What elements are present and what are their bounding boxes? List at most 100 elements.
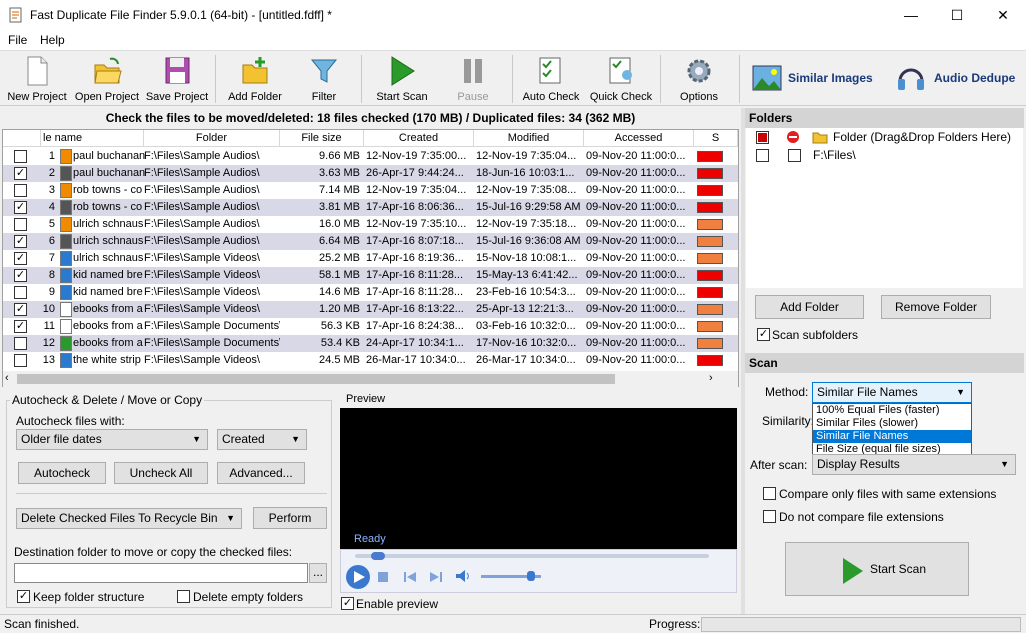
row-checkbox[interactable] xyxy=(14,184,27,197)
audio-dedupe-button[interactable]: Audio Dedupe xyxy=(894,63,1022,93)
row-checkbox[interactable] xyxy=(14,354,27,367)
folder-include-checkbox[interactable] xyxy=(756,149,769,162)
seek-thumb[interactable] xyxy=(371,552,385,560)
table-row[interactable]: 1 paul buchanan F:\Files\Sample Audios\ 9.6… xyxy=(3,148,738,165)
next-icon[interactable] xyxy=(429,571,443,583)
scroll-right-icon[interactable]: › xyxy=(709,372,713,384)
advanced-button[interactable]: Advanced... xyxy=(217,462,305,484)
menu-file[interactable]: File xyxy=(8,33,27,47)
method-option[interactable]: 100% Equal Files (faster) xyxy=(813,404,971,417)
auto-check-button[interactable]: Auto Check xyxy=(520,53,582,105)
table-row[interactable]: ✓ 2 paul buchanan F:\Files\Sample Audios\ 3.… xyxy=(3,165,738,182)
row-checkbox[interactable] xyxy=(14,337,27,350)
horizontal-scrollbar[interactable]: ‹ › xyxy=(3,371,738,387)
table-row[interactable]: ✓ 6 ulrich schnaus F:\Files\Sample Audios\ 6… xyxy=(3,233,738,250)
row-checkbox[interactable]: ✓ xyxy=(14,201,27,214)
autocheck-date-select[interactable]: Created ▼ xyxy=(217,429,307,450)
same-extensions-checkbox[interactable] xyxy=(763,487,776,500)
stop-icon[interactable] xyxy=(377,571,389,583)
method-option[interactable]: Similar Files (slower) xyxy=(813,417,971,430)
start-scan-button[interactable]: Start Scan xyxy=(785,542,969,596)
enable-preview-checkbox[interactable]: ✓ xyxy=(341,597,354,610)
similar-images-button[interactable]: Similar Images xyxy=(750,63,880,93)
quick-check-label: Quick Check xyxy=(589,91,653,103)
row-checkbox[interactable]: ✓ xyxy=(14,167,27,180)
add-folder-panel-button[interactable]: Add Folder xyxy=(755,295,864,319)
filter-button[interactable]: Filter xyxy=(298,53,350,105)
no-extensions-label: Do not compare file extensions xyxy=(779,510,944,524)
seek-bar[interactable] xyxy=(355,554,709,558)
menu-help[interactable]: Help xyxy=(40,33,65,47)
scrollbar-thumb[interactable] xyxy=(17,374,615,384)
options-label: Options xyxy=(680,91,718,103)
table-row[interactable]: ✓ 8 kid named bre F:\Files\Sample Videos\ 58… xyxy=(3,267,738,284)
autocheck-button[interactable]: Autocheck xyxy=(18,462,106,484)
delete-empty-checkbox[interactable] xyxy=(177,590,190,603)
add-folder-button[interactable]: Add Folder xyxy=(222,53,288,105)
autocheck-mode-select[interactable]: Older file dates ▼ xyxy=(16,429,208,450)
col-header-similarity[interactable]: S xyxy=(694,130,738,147)
row-checkbox[interactable] xyxy=(14,150,27,163)
table-row[interactable]: ✓ 10 ebooks from a F:\Files\Sample Videos\ 1… xyxy=(3,301,738,318)
perform-button[interactable]: Perform xyxy=(253,507,327,529)
table-row[interactable]: ✓ 11 ebooks from a F:\Files\Sample Document… xyxy=(3,318,738,335)
previous-icon[interactable] xyxy=(403,571,417,583)
folder-include-checkbox[interactable] xyxy=(756,131,769,144)
app-icon xyxy=(9,7,22,23)
table-row[interactable]: 5 ulrich schnaus F:\Files\Sample Audios\ 16… xyxy=(3,216,738,233)
method-option-selected[interactable]: Similar File Names xyxy=(813,430,971,443)
col-header-filename[interactable]: le name xyxy=(41,130,144,147)
table-row[interactable]: ✓ 4 rob towns - co F:\Files\Sample Audios\ 3… xyxy=(3,199,738,216)
row-checkbox[interactable]: ✓ xyxy=(14,235,27,248)
row-checkbox[interactable] xyxy=(14,286,27,299)
scroll-left-icon[interactable]: ‹ xyxy=(5,372,9,384)
cell-size: 53.4 KB xyxy=(320,337,360,349)
start-scan-toolbar-button[interactable]: Start Scan xyxy=(370,53,434,105)
close-button[interactable]: ✕ xyxy=(980,0,1026,30)
table-row[interactable]: 3 rob towns - co F:\Files\Sample Audios\ 7.… xyxy=(3,182,738,199)
table-row[interactable]: 13 the white strip F:\Files\Sample Videos\… xyxy=(3,352,738,369)
minimize-button[interactable]: — xyxy=(888,0,934,30)
folder-exclude-checkbox[interactable] xyxy=(788,149,801,162)
folder-row[interactable]: Folder (Drag&Drop Folders Here) xyxy=(746,128,1023,146)
folder-row[interactable]: F:\Files\ xyxy=(746,146,1023,164)
folders-header: Folders xyxy=(745,108,1024,128)
uncheck-all-button[interactable]: Uncheck All xyxy=(114,462,208,484)
new-project-button[interactable]: New Project xyxy=(4,53,70,105)
row-checkbox[interactable]: ✓ xyxy=(14,320,27,333)
col-header-modified[interactable]: Modified xyxy=(474,130,584,147)
col-header-check[interactable] xyxy=(3,130,41,147)
after-scan-select[interactable]: Display Results ▼ xyxy=(812,454,1016,475)
cell-modified: 12-Nov-19 7:35:08... xyxy=(476,184,577,196)
table-row[interactable]: ✓ 7 ulrich schnaus F:\Files\Sample Videos\ 2… xyxy=(3,250,738,267)
volume-thumb[interactable] xyxy=(527,571,535,581)
col-header-size[interactable]: File size xyxy=(280,130,364,147)
col-header-folder[interactable]: Folder xyxy=(144,130,280,147)
row-checkbox[interactable]: ✓ xyxy=(14,252,27,265)
action-select[interactable]: Delete Checked Files To Recycle Bin ▼ xyxy=(16,508,242,529)
browse-button[interactable]: ... xyxy=(309,563,327,583)
row-checkbox[interactable] xyxy=(14,218,27,231)
col-header-accessed[interactable]: Accessed xyxy=(584,130,694,147)
volume-icon[interactable] xyxy=(455,569,473,583)
quick-check-button[interactable]: Quick Check xyxy=(588,53,654,105)
open-project-button[interactable]: Open Project xyxy=(72,53,142,105)
col-header-created[interactable]: Created xyxy=(364,130,474,147)
cell-folder: F:\Files\Sample Videos\ xyxy=(144,303,260,315)
row-checkbox[interactable]: ✓ xyxy=(14,303,27,316)
method-select[interactable]: Similar File Names ▼ xyxy=(812,382,972,403)
maximize-button[interactable]: ☐ xyxy=(934,0,980,30)
no-extensions-checkbox[interactable] xyxy=(763,510,776,523)
table-row[interactable]: 12 ebooks from a F:\Files\Sample Documents… xyxy=(3,335,738,352)
play-icon[interactable] xyxy=(345,564,371,590)
scan-subfolders-checkbox[interactable]: ✓ xyxy=(757,328,770,341)
pause-button[interactable]: Pause xyxy=(444,53,502,105)
row-checkbox[interactable]: ✓ xyxy=(14,269,27,282)
save-project-button[interactable]: Save Project xyxy=(144,53,210,105)
keep-structure-checkbox[interactable]: ✓ xyxy=(17,590,30,603)
options-button[interactable]: Options xyxy=(668,53,730,105)
remove-folder-button[interactable]: Remove Folder xyxy=(881,295,991,319)
destination-input[interactable] xyxy=(14,563,308,583)
table-row[interactable]: 9 kid named bre F:\Files\Sample Videos\ 14.… xyxy=(3,284,738,301)
preview-pane: Ready xyxy=(340,408,737,549)
